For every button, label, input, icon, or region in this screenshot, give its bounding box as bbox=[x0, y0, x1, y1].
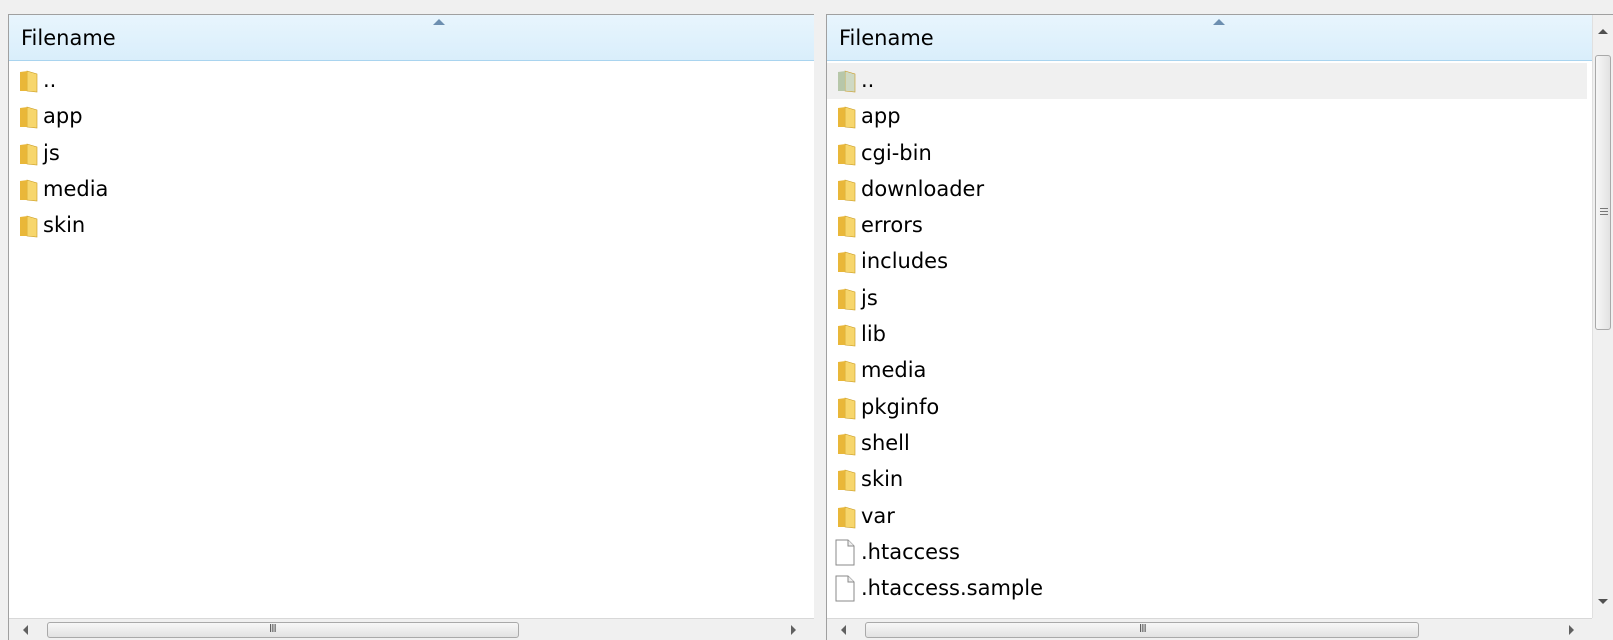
item-name: .htaccess.sample bbox=[861, 576, 1044, 601]
scroll-down-icon[interactable] bbox=[1598, 599, 1608, 604]
item-name: .. bbox=[861, 68, 875, 92]
item-name: lib bbox=[861, 322, 886, 347]
item-name: var bbox=[861, 503, 895, 528]
item-name: downloader bbox=[861, 176, 985, 201]
folder-row[interactable]: lib bbox=[827, 317, 1587, 353]
folder-row[interactable]: .. bbox=[827, 63, 1587, 100]
folder-icon bbox=[838, 433, 856, 456]
grip-icon: III bbox=[1139, 622, 1147, 635]
folder-icon bbox=[20, 106, 38, 129]
folder-row[interactable]: app bbox=[827, 99, 1587, 135]
folder-row[interactable]: downloader bbox=[827, 172, 1587, 208]
folder-icon bbox=[838, 106, 856, 129]
folder-icon bbox=[838, 252, 856, 274]
folder-icon bbox=[838, 324, 856, 347]
folder-icon bbox=[838, 179, 856, 202]
grip-icon bbox=[1600, 208, 1608, 217]
file-icon bbox=[835, 539, 855, 566]
folder-row[interactable]: shell bbox=[827, 426, 1587, 462]
scroll-left-icon[interactable] bbox=[841, 625, 846, 635]
item-name: shell bbox=[861, 430, 910, 455]
scrollbar-corner bbox=[1592, 618, 1613, 640]
item-name: js bbox=[43, 140, 60, 165]
item-name: js bbox=[861, 285, 878, 310]
item-name: media bbox=[43, 176, 109, 201]
column-title: Filename bbox=[21, 26, 116, 50]
folder-row[interactable]: js bbox=[827, 281, 1587, 317]
item-name: includes bbox=[861, 249, 949, 274]
item-name: .. bbox=[43, 68, 57, 92]
local-file-list[interactable]: Filename .. app js media skin III bbox=[8, 14, 814, 640]
folder-icon bbox=[838, 506, 856, 528]
item-name: skin bbox=[861, 467, 904, 492]
folder-row[interactable]: cgi-bin bbox=[827, 136, 1587, 172]
item-name: pkginfo bbox=[861, 394, 940, 419]
folder-icon bbox=[20, 179, 38, 202]
scroll-right-icon[interactable] bbox=[1569, 625, 1574, 635]
remote-rows: .. app cgi-bin downloader errors includes js li… bbox=[827, 63, 1587, 607]
filename-column-header[interactable]: Filename bbox=[9, 15, 814, 61]
folder-icon bbox=[838, 143, 856, 165]
scroll-up-icon[interactable] bbox=[1598, 29, 1608, 34]
folder-icon bbox=[20, 215, 38, 238]
folder-row[interactable]: errors bbox=[827, 208, 1587, 244]
folder-icon bbox=[20, 70, 38, 93]
item-name: cgi-bin bbox=[861, 140, 932, 165]
folder-row[interactable]: media bbox=[827, 353, 1587, 389]
remote-file-list[interactable]: Filename .. app cgi-bin downloader errors inc… bbox=[826, 14, 1613, 640]
item-name: errors bbox=[861, 213, 923, 238]
item-name: app bbox=[861, 104, 901, 129]
grip-icon: III bbox=[269, 622, 277, 635]
sort-ascending-icon bbox=[1213, 19, 1225, 25]
item-name: .htaccess bbox=[861, 539, 960, 564]
folder-row[interactable]: skin bbox=[827, 462, 1587, 498]
sort-ascending-icon bbox=[433, 19, 445, 25]
folder-icon bbox=[20, 143, 38, 165]
folder-icon bbox=[838, 397, 856, 420]
folder-icon bbox=[838, 215, 856, 238]
folder-icon bbox=[838, 70, 856, 93]
folder-row[interactable]: pkginfo bbox=[827, 390, 1587, 426]
item-name: app bbox=[43, 104, 83, 129]
folder-row[interactable]: var bbox=[827, 499, 1587, 535]
folder-icon bbox=[838, 469, 856, 492]
scroll-thumb[interactable] bbox=[47, 622, 519, 638]
horizontal-scrollbar[interactable]: III bbox=[827, 618, 1593, 640]
folder-icon bbox=[838, 288, 856, 311]
vertical-scrollbar[interactable] bbox=[1592, 15, 1613, 619]
horizontal-scrollbar[interactable]: III bbox=[9, 618, 814, 640]
file-icon bbox=[835, 575, 855, 602]
item-name: media bbox=[861, 358, 927, 383]
file-row[interactable]: .htaccess.sample bbox=[827, 571, 1587, 607]
scroll-right-icon[interactable] bbox=[791, 625, 796, 635]
scroll-left-icon[interactable] bbox=[23, 625, 28, 635]
folder-row[interactable]: includes bbox=[827, 244, 1587, 280]
scroll-thumb[interactable] bbox=[1595, 55, 1611, 330]
folder-icon bbox=[838, 360, 856, 383]
column-title: Filename bbox=[839, 26, 934, 50]
filename-column-header[interactable]: Filename bbox=[827, 15, 1593, 61]
file-row[interactable]: .htaccess bbox=[827, 535, 1587, 571]
item-name: skin bbox=[43, 213, 86, 238]
